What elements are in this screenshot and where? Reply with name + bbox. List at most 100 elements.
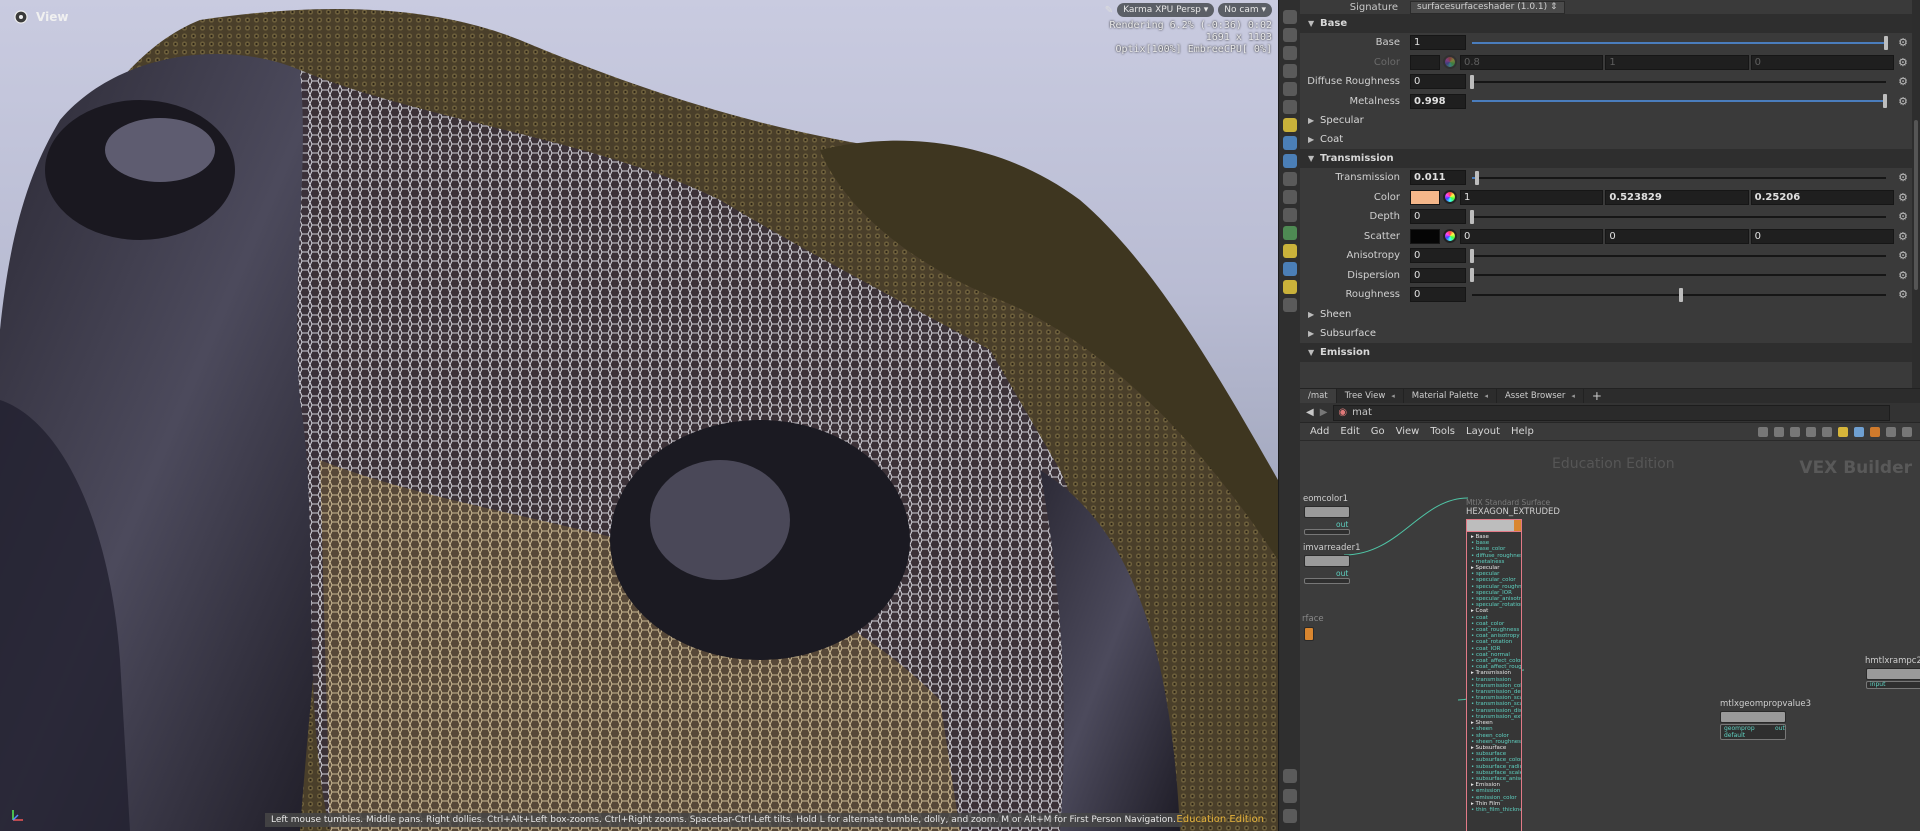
visualizer-icon[interactable] xyxy=(1282,244,1297,258)
gear-icon[interactable]: ⚙ xyxy=(1896,191,1910,204)
section-base[interactable]: ▼ Base xyxy=(1300,14,1920,33)
lock-icon[interactable] xyxy=(1282,46,1297,60)
headlight-icon[interactable] xyxy=(1282,118,1297,132)
camera-icon[interactable] xyxy=(1282,154,1297,168)
base-color-r[interactable]: 0.8 xyxy=(1460,54,1604,70)
node-primvarreader[interactable] xyxy=(1304,555,1350,567)
section-subsurface[interactable]: ▶ Subsurface xyxy=(1300,324,1920,343)
lighting-icon[interactable] xyxy=(1282,100,1297,114)
color-wheel-icon[interactable] xyxy=(1443,190,1457,205)
section-coat[interactable]: ▶ Coat xyxy=(1300,130,1920,149)
gear-icon[interactable]: ⚙ xyxy=(1896,36,1910,49)
input-port[interactable]: • specular_color xyxy=(1471,577,1521,583)
input-port[interactable]: • emission_color xyxy=(1471,795,1521,801)
section-sheen[interactable]: ▶ Sheen xyxy=(1300,305,1920,324)
color-swatch[interactable] xyxy=(1410,228,1440,244)
section-specular[interactable]: ▶ Specular xyxy=(1300,111,1920,130)
param-field-dispersion[interactable]: 0 xyxy=(1410,267,1466,283)
scene-viewport[interactable]: View ✎ Karma XPU Persp ▾ No cam ▾ Render… xyxy=(0,0,1278,831)
camera-settings-icon[interactable] xyxy=(1282,809,1297,823)
menu-add[interactable]: Add xyxy=(1310,426,1329,437)
tab-tree-view[interactable]: Tree View ◂ xyxy=(1337,389,1404,403)
section-emission[interactable]: ▼ Emission xyxy=(1300,342,1920,362)
menu-layout[interactable]: Layout xyxy=(1466,426,1500,437)
sticky-note-icon[interactable] xyxy=(1838,426,1848,437)
network-box-icon[interactable] xyxy=(1854,426,1864,437)
tab-asset-browser[interactable]: Asset Browser ◂ xyxy=(1497,389,1584,403)
slider-transmission[interactable] xyxy=(1472,170,1886,185)
input-port[interactable]: • diffuse_roughness xyxy=(1471,553,1521,559)
input-port[interactable]: • subsurface_color xyxy=(1471,757,1521,763)
node-geomcolor[interactable] xyxy=(1304,506,1350,518)
wireframe-icon[interactable] xyxy=(1282,172,1297,186)
transmission-color-g[interactable]: 0.523829 xyxy=(1605,189,1749,205)
particle-icon[interactable] xyxy=(1282,280,1297,294)
node-ramp[interactable] xyxy=(1866,668,1920,680)
param-field-diffuse-roughness[interactable]: 0 xyxy=(1410,74,1466,90)
node-standard-surface[interactable]: ▸ Base • base • base_color • diffuse_roughn… xyxy=(1466,519,1522,831)
record-icon[interactable] xyxy=(1282,298,1297,312)
section-transmission[interactable]: ▼ Transmission xyxy=(1300,149,1920,168)
slider-depth[interactable] xyxy=(1470,209,1886,224)
wrench-icon[interactable] xyxy=(1758,426,1768,437)
grid-icon[interactable] xyxy=(1806,426,1816,437)
gear-icon[interactable]: ⚙ xyxy=(1896,288,1910,301)
back-arrow-icon[interactable]: ◀ xyxy=(1306,407,1314,418)
geometry-icon[interactable] xyxy=(1282,226,1297,240)
snap-icon[interactable] xyxy=(1282,64,1297,78)
info-icon[interactable] xyxy=(1282,789,1297,803)
input-port[interactable]: • thin_film_thickness xyxy=(1471,807,1521,813)
dot-icon[interactable] xyxy=(1870,426,1880,437)
input-port[interactable]: • transmission_dispersion xyxy=(1471,708,1521,714)
base-color-g[interactable]: 1 xyxy=(1605,54,1749,70)
tab-mat[interactable]: /mat xyxy=(1300,389,1337,403)
transmission-color-b[interactable]: 0.25206 xyxy=(1750,189,1894,205)
slider-anisotropy[interactable] xyxy=(1470,248,1886,263)
scatter-g[interactable]: 0 xyxy=(1605,228,1749,244)
param-field-base[interactable]: 1 xyxy=(1410,35,1466,51)
gear-icon[interactable]: ⚙ xyxy=(1896,171,1910,184)
slider-metalness[interactable] xyxy=(1472,94,1888,109)
guides-icon[interactable] xyxy=(1282,208,1297,222)
input-port[interactable]: • specular_roughness xyxy=(1471,584,1521,590)
slider-roughness[interactable] xyxy=(1472,287,1886,302)
background-icon[interactable] xyxy=(1282,190,1297,204)
input-port[interactable]: • subsurface_scale xyxy=(1471,770,1521,776)
node-surface-output[interactable] xyxy=(1304,627,1314,641)
param-field-depth[interactable]: 0 xyxy=(1410,209,1466,225)
slider-base[interactable] xyxy=(1472,35,1888,50)
snapshot-icon[interactable] xyxy=(1282,769,1297,783)
color-wheel-icon[interactable] xyxy=(1443,229,1457,244)
color-swatch[interactable] xyxy=(1410,189,1440,205)
list-icon[interactable] xyxy=(1790,426,1800,437)
gear-icon[interactable]: ⚙ xyxy=(1896,75,1910,88)
param-field-transmission[interactable]: 0.011 xyxy=(1410,170,1466,186)
renderer-menu[interactable]: Karma XPU Persp ▾ xyxy=(1117,3,1215,17)
network-path[interactable]: ◉ mat xyxy=(1333,404,1890,421)
viewport-title[interactable]: View xyxy=(12,10,68,24)
add-tab-icon[interactable]: + xyxy=(1584,389,1610,403)
scatter-b[interactable]: 0 xyxy=(1750,228,1894,244)
gear-icon[interactable]: ⚙ xyxy=(1896,249,1910,262)
menu-help[interactable]: Help xyxy=(1511,426,1534,437)
gear-icon[interactable]: ⚙ xyxy=(1896,269,1910,282)
input-port[interactable]: • subsurface_radius xyxy=(1471,764,1521,770)
color-swatch[interactable] xyxy=(1410,54,1440,70)
camera-menu[interactable]: No cam ▾ xyxy=(1218,3,1272,17)
menu-tools[interactable]: Tools xyxy=(1430,426,1455,437)
gear-icon[interactable]: ⚙ xyxy=(1896,95,1910,108)
gear-icon[interactable]: ⚙ xyxy=(1896,230,1910,243)
signature-select[interactable]: surfacesurfaceshader (1.0.1) ⇕ xyxy=(1410,0,1565,14)
param-field-metalness[interactable]: 0.998 xyxy=(1410,93,1466,109)
scatter-r[interactable]: 0 xyxy=(1460,228,1604,244)
menu-edit[interactable]: Edit xyxy=(1340,426,1359,437)
tab-material-palette[interactable]: Material Palette ◂ xyxy=(1404,389,1497,403)
color-wheel-icon[interactable] xyxy=(1443,55,1457,70)
menu-view[interactable]: View xyxy=(1396,426,1420,437)
slider-diffuse-roughness[interactable] xyxy=(1470,74,1886,89)
transmission-color-r[interactable]: 1 xyxy=(1460,189,1604,205)
render-region-icon[interactable] xyxy=(1282,262,1297,276)
base-color-b[interactable]: 0 xyxy=(1750,54,1894,70)
magnifier-icon[interactable] xyxy=(1886,426,1896,437)
menu-go[interactable]: Go xyxy=(1371,426,1385,437)
